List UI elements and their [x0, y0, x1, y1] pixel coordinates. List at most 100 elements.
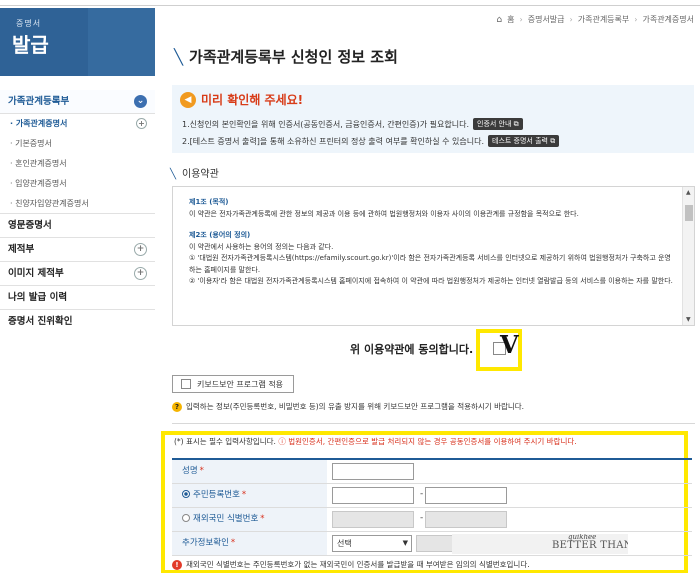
breadcrumb-item-current: 가족관계증명서 [642, 15, 694, 24]
home-icon[interactable]: ⌂ [496, 15, 502, 25]
sidebar-item-label: 이미지 제적부 [8, 268, 64, 279]
notice-heading: ◀ 미리 확인해 주세요! [180, 91, 303, 108]
required-star: * [241, 490, 247, 500]
terms-article-body: ② '이용자'라 함은 대법원 전자가족관계등록시스템 홈페이지에 접속하여 이… [189, 277, 673, 285]
sidebar-item-family-registry[interactable]: 가족관계등록부 ⌄ [0, 90, 155, 114]
foreigner-radio[interactable] [182, 514, 190, 522]
terms-section-title: ╲ 이용약관 [170, 165, 219, 180]
keyboard-note-text: 입력하는 정보(주민등록번호, 비밀번호 등)의 유출 방지를 위해 키보드보안… [186, 402, 525, 411]
sidebar-subitem-marriage-cert[interactable]: · 혼인관계증명서 [0, 154, 155, 174]
required-warning-text: 법원인증서, 간편인증으로 발급 처리되지 않는 경우 공동인증서를 이용하여 … [288, 437, 577, 446]
breadcrumb: ⌂ 홈 › 증명서발급 › 가족관계등록부 › 가족관계증명서 [496, 14, 694, 25]
breadcrumb-separator: › [634, 15, 638, 24]
plus-icon[interactable]: + [134, 243, 147, 256]
terms-article-body: ① '대법원 전자가족관계등록시스템(https://efamily.scour… [189, 254, 671, 274]
external-link-icon: ⧉ [513, 120, 519, 128]
notice-heading-text: 미리 확인해 주세요! [201, 93, 304, 107]
section-title-text: 이용약관 [182, 169, 219, 180]
logo-line1: 증명서 [16, 19, 42, 28]
keyboard-security-button[interactable]: 키보드보안 프로그램 적용 [172, 375, 294, 393]
foreigner-note-text: 재외국민 식별번호는 주민등록번호가 없는 재외국민이 인증서를 발급받을 때 … [186, 560, 530, 569]
sidebar-item-label: 가족관계등록부 [8, 96, 70, 107]
sidebar-subitem-label: · 기본증명서 [10, 139, 52, 148]
exclamation-icon: ! [172, 559, 182, 570]
certificate-guide-button[interactable]: 인증서 안내 ⧉ [473, 118, 523, 130]
label-text: 추가정보확인 [182, 538, 229, 548]
sidebar-subitem-basic-cert[interactable]: · 기본증명서 [0, 134, 155, 154]
keyboard-security-label: 키보드보안 프로그램 적용 [197, 379, 284, 389]
notice-line-2: 2.[테스트 증명서 출력]을 통해 소유하신 프린터의 정상 출력 여부를 확… [182, 135, 560, 147]
sidebar-group-family: 가족관계등록부 ⌄ · 가족관계증명서 + · 기본증명서 · 혼인관계증명서 … [0, 90, 155, 334]
agree-label: 위 이용약관에 동의합니다. [350, 343, 474, 356]
sidebar-item-history[interactable]: 나의 발급 이력 [0, 286, 155, 310]
breadcrumb-separator: › [519, 15, 523, 24]
extra-info-select[interactable]: 선택 ▼ [332, 535, 412, 552]
chevron-down-icon[interactable]: ⌄ [134, 95, 147, 108]
sidebar-item-label: 영문증명서 [8, 220, 52, 231]
breadcrumb-home[interactable]: 홈 [507, 14, 514, 25]
sidebar-subitem-label: · 친양자입양관계증명서 [10, 199, 89, 208]
breadcrumb-item[interactable]: 가족관계등록부 [578, 14, 630, 25]
sidebar-subitem-label: · 입양관계증명서 [10, 179, 67, 188]
sidebar-item-label: 제적부 [8, 244, 35, 255]
form-row-rrn: 주민등록번호 * - [172, 484, 692, 508]
test-print-button[interactable]: 테스트 증명서 출력 ⧉ [488, 135, 560, 147]
terms-article-body: 이 약관은 전자가족관계등록에 관한 정보의 제공과 이용 등에 관하여 법원행… [189, 209, 579, 218]
sidebar-item-english-cert[interactable]: 영문증명서 [0, 214, 155, 238]
form-row-extra: 추가정보확인* 선택 ▼ quikhee BETTER THAN USUAL [172, 532, 692, 556]
logo-stripe [88, 8, 155, 76]
sidebar-subitem-family-cert[interactable]: · 가족관계증명서 + [0, 114, 155, 134]
warning-icon: ⓘ [278, 437, 286, 446]
breadcrumb-item[interactable]: 증명서발급 [528, 14, 565, 25]
required-star: * [230, 538, 236, 548]
notice-line-text: 2.[테스트 증명서 출력]을 통해 소유하신 프린터의 정상 출력 여부를 확… [182, 136, 484, 146]
foreigner-front-input [332, 511, 414, 528]
terms-scrollbar[interactable]: ▲ ▼ [682, 187, 694, 325]
sidebar: 증명서 발급 가족관계등록부 ⌄ · 가족관계증명서 + · 기본증명서 · 혼… [0, 8, 158, 573]
divider [172, 423, 695, 424]
scroll-down-icon[interactable]: ▼ [686, 316, 691, 323]
rrn-back-input[interactable] [425, 487, 507, 504]
form-row-name: 성명 * [172, 460, 692, 484]
plus-icon[interactable]: + [136, 118, 147, 129]
label-text: 재외국민 식별번호 [193, 514, 259, 524]
rrn-label[interactable]: 주민등록번호 * [172, 484, 327, 507]
section-marker-icon: ╲ [170, 169, 177, 180]
terms-article-body: 이 약관에서 사용하는 용어의 정의는 다음과 같다. [189, 242, 334, 251]
keyboard-security-note: ? 입력하는 정보(주민등록번호, 비밀번호 등)의 유출 방지를 위해 키보드… [172, 401, 524, 412]
notice-box: ◀ 미리 확인해 주세요! 1.신청인의 본인확인을 위해 인증서(공동인증서,… [172, 85, 694, 153]
logo[interactable]: 증명서 발급 [0, 8, 155, 76]
breadcrumb-separator: › [569, 15, 573, 24]
name-input[interactable] [332, 463, 414, 480]
rrn-radio[interactable] [182, 490, 190, 498]
plus-icon[interactable]: + [134, 267, 147, 280]
external-link-icon: ⧉ [550, 137, 556, 145]
main-content: ⌂ 홈 › 증명서발급 › 가족관계등록부 › 가족관계증명서 ╲ 가족관계등록부… [158, 8, 700, 573]
sidebar-subitem-adoption-cert[interactable]: · 입양관계증명서 [0, 174, 155, 194]
sidebar-item-image-register[interactable]: 이미지 제적부 + [0, 262, 155, 286]
scroll-up-icon[interactable]: ▲ [686, 189, 691, 196]
sidebar-subitem-full-adoption-cert[interactable]: · 친양자입양관계증명서 [0, 194, 155, 214]
top-border [0, 0, 700, 6]
button-label: 인증서 안내 [477, 120, 512, 128]
megaphone-icon: ◀ [180, 91, 196, 108]
rrn-front-input[interactable] [332, 487, 414, 504]
page-title: ╲ 가족관계등록부 신청인 정보 조회 [174, 46, 398, 67]
title-marker-icon: ╲ [174, 48, 184, 66]
label-text: 성명 [182, 466, 198, 476]
watermark-overlay: quikhee BETTER THAN USUAL [452, 534, 628, 554]
notice-line-text: 1.신청인의 본인확인을 위해 인증서(공동인증서, 금융인증서, 간편인증)가… [182, 119, 469, 129]
extra-label: 추가정보확인 * [172, 532, 327, 555]
scrollbar-thumb[interactable] [685, 205, 693, 221]
logo-line2: 발급 [12, 33, 49, 57]
keyboard-security-checkbox[interactable] [181, 379, 191, 389]
name-label: 성명 * [172, 460, 327, 483]
terms-article-title: 제2조 (용어의 정의) [189, 231, 251, 239]
foreigner-label[interactable]: 재외국민 식별번호 * [172, 508, 327, 531]
sidebar-item-verify[interactable]: 증명서 진위확인 [0, 310, 155, 334]
required-note-text: (*) 표시는 필수 입력사항입니다. [174, 437, 276, 446]
sidebar-item-label: 증명서 진위확인 [8, 316, 73, 327]
sidebar-item-removed-register[interactable]: 제적부 + [0, 238, 155, 262]
required-star: * [260, 514, 265, 524]
terms-box[interactable]: 제1조 (목적) 이 약관은 전자가족관계등록에 관한 정보의 제공과 이용 등… [172, 186, 695, 326]
